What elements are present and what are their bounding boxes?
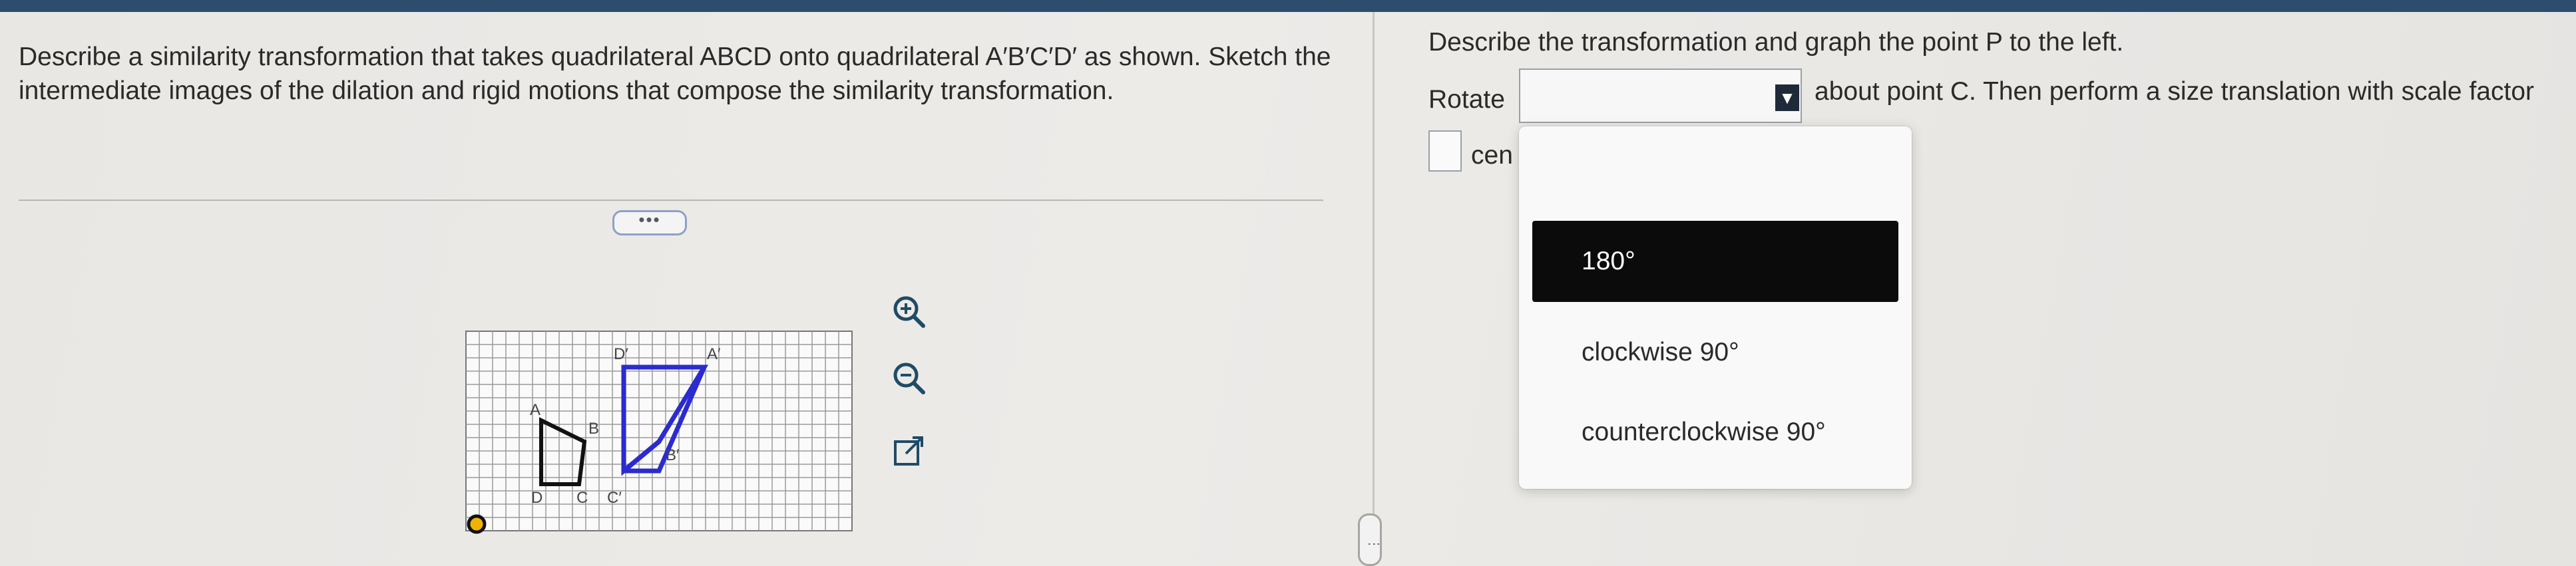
label-b: B (588, 420, 599, 438)
label-a: A (530, 401, 540, 419)
label-d: D (531, 489, 542, 507)
zoom-in-icon[interactable] (889, 291, 929, 331)
problem-prompt: Describe a similarity transformation tha… (19, 43, 1331, 105)
label-d-prime: D′ (614, 345, 628, 363)
rotation-dropdown-menu: 180° clockwise 90° counterclockwise 90° (1519, 126, 1912, 489)
zoom-out-icon[interactable] (889, 358, 929, 398)
label-c-prime: C′ (607, 489, 622, 507)
label-c: C (576, 489, 588, 507)
scale-factor-input[interactable] (1428, 130, 1462, 172)
answer-pane: Describe the transformation and graph th… (1385, 12, 2576, 566)
option-clockwise-90[interactable]: clockwise 90° (1532, 319, 1898, 400)
label-b-prime: B′ (666, 446, 680, 464)
answer-instruction: Describe the transformation and graph th… (1428, 28, 2124, 57)
option-counterclockwise-90[interactable]: counterclockwise 90° (1532, 399, 1898, 480)
center-text: cen (1471, 141, 1513, 170)
problem-pane: Describe a similarity transformation tha… (0, 12, 1365, 566)
top-bar (0, 0, 2576, 12)
more-options-button[interactable]: ••• (612, 210, 687, 235)
pane-divider (1373, 12, 1375, 566)
coordinate-grid[interactable]: A B C D A′ B′ C′ D′ (459, 325, 879, 544)
section-divider (19, 200, 1323, 201)
pane-resize-handle[interactable]: ⋮ (1358, 513, 1382, 566)
option-180[interactable]: 180° (1532, 221, 1898, 302)
point-p-marker[interactable] (467, 514, 487, 534)
label-a-prime: A′ (707, 345, 721, 363)
rotation-select[interactable]: ▼ (1519, 69, 1802, 123)
popout-icon[interactable] (889, 431, 929, 471)
rotate-label: Rotate (1428, 85, 1505, 114)
transformation-text: about point C. Then perform a size trans… (1815, 77, 2534, 106)
dropdown-arrow-icon[interactable]: ▼ (1775, 84, 1799, 111)
